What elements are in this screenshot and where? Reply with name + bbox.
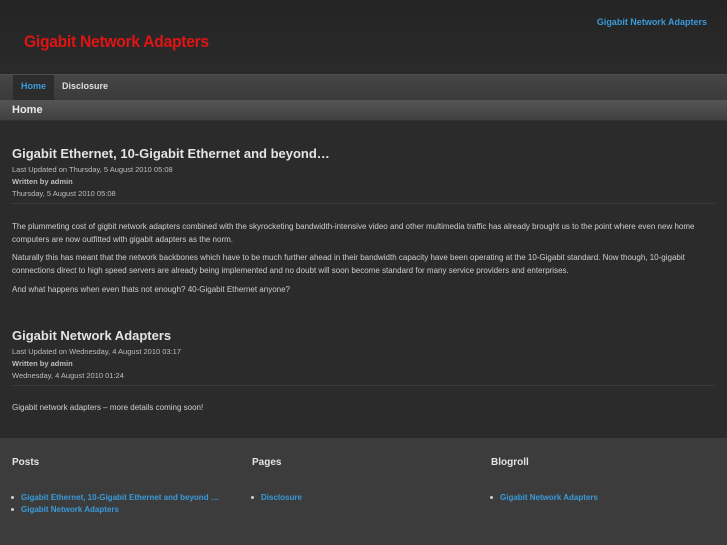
published-date: Thursday, 5 August 2010 05:08 <box>12 189 116 198</box>
list-item: Disclosure <box>251 492 452 503</box>
site-title[interactable]: Gigabit Network Adapters <box>24 32 209 52</box>
article-meta: Last Updated on Thursday, 5 August 2010 … <box>12 164 715 204</box>
article-meta: Last Updated on Wednesday, 4 August 2010… <box>12 346 715 386</box>
footer-pages: Pages Disclosure <box>251 457 452 504</box>
footer-heading: Posts <box>12 457 40 468</box>
article-paragraph: And what happens when even thats not eno… <box>12 285 290 294</box>
article-paragraph: Naturally this has meant that the networ… <box>12 253 685 275</box>
post-link[interactable]: Gigabit Ethernet, 10-Gigabit Ethernet an… <box>21 493 219 502</box>
breadcrumb: Home <box>12 104 43 116</box>
article-paragraph: Gigabit network adapters – more details … <box>12 403 204 412</box>
footer-blogroll: Blogroll Gigabit Network Adapters <box>490 457 711 504</box>
last-updated: Last Updated on Wednesday, 4 August 2010… <box>12 347 182 356</box>
list-item: Gigabit Network Adapters <box>490 492 711 503</box>
article: Gigabit Network Adapters Last Updated on… <box>12 328 715 415</box>
list-item: Gigabit Ethernet, 10-Gigabit Ethernet an… <box>11 492 222 503</box>
footer: Posts Gigabit Ethernet, 10-Gigabit Ether… <box>0 438 727 545</box>
main-nav: Home Disclosure <box>0 74 727 100</box>
footer-posts: Posts Gigabit Ethernet, 10-Gigabit Ether… <box>11 457 232 516</box>
footer-heading: Blogroll <box>491 457 529 468</box>
pages-list: Disclosure <box>251 492 452 503</box>
nav-item-disclosure[interactable]: Disclosure <box>54 75 116 100</box>
article: Gigabit Ethernet, 10-Gigabit Ethernet an… <box>12 146 715 297</box>
list-item: Gigabit Network Adapters <box>11 504 232 515</box>
author: Written by admin <box>12 177 73 186</box>
article-title[interactable]: Gigabit Ethernet, 10-Gigabit Ethernet an… <box>12 146 715 161</box>
site-header: Gigabit Network Adapters Gigabit Network… <box>0 0 727 74</box>
main-content: Gigabit Ethernet, 10-Gigabit Ethernet an… <box>0 122 727 438</box>
blogroll-link[interactable]: Gigabit Network Adapters <box>500 493 598 502</box>
header-site-link[interactable]: Gigabit Network Adapters <box>597 17 707 27</box>
page-link[interactable]: Disclosure <box>261 493 302 502</box>
nav-item-home[interactable]: Home <box>13 75 55 100</box>
last-updated: Last Updated on Thursday, 5 August 2010 … <box>12 165 173 174</box>
blogroll-list: Gigabit Network Adapters <box>490 492 711 503</box>
published-date: Wednesday, 4 August 2010 01:24 <box>12 371 124 380</box>
article-paragraph: The plummeting cost of gigbit network ad… <box>12 222 695 244</box>
post-link[interactable]: Gigabit Network Adapters <box>21 505 119 514</box>
author: Written by admin <box>12 359 73 368</box>
posts-list: Gigabit Ethernet, 10-Gigabit Ethernet an… <box>11 492 232 515</box>
footer-heading: Pages <box>252 457 282 468</box>
article-title[interactable]: Gigabit Network Adapters <box>12 328 715 343</box>
breadcrumb-bar: Home <box>0 100 727 121</box>
